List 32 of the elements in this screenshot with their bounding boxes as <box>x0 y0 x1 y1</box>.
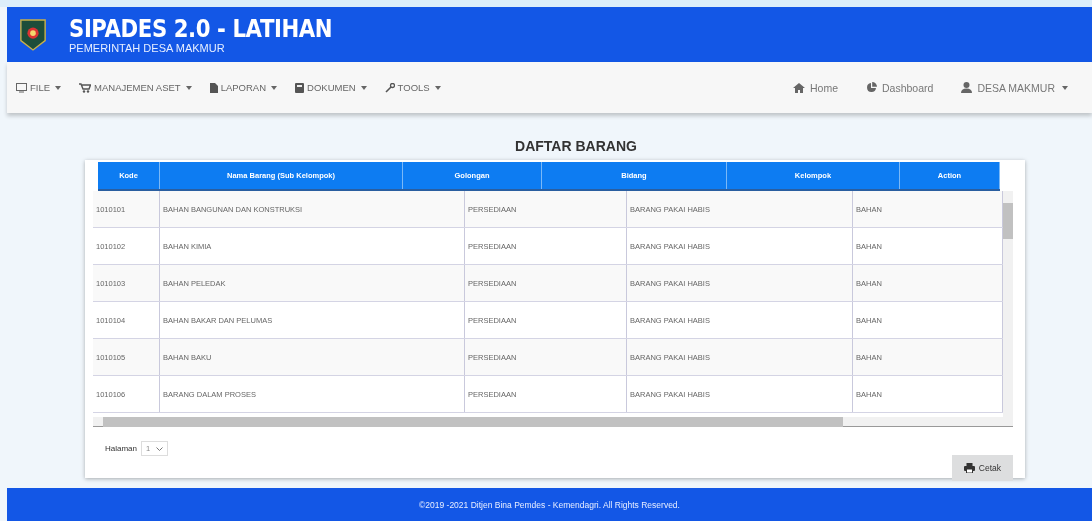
menu-item[interactable]: TOOLS <box>384 82 441 93</box>
page-label: Halaman <box>105 444 137 453</box>
monitor-icon <box>16 82 27 93</box>
caret-icon <box>434 85 441 90</box>
home-icon <box>793 82 805 93</box>
menu-item[interactable]: MANAJEMEN ASET <box>79 82 192 93</box>
horizontal-scrollbar[interactable] <box>93 417 1013 427</box>
caret-icon <box>55 85 62 90</box>
caret-icon <box>271 85 278 90</box>
app-subtitle: PEMERINTAH DESA MAKMUR <box>69 42 226 54</box>
user-icon <box>961 82 973 93</box>
menu-item[interactable]: FILE <box>16 82 62 93</box>
app-title: SIPADES 2.0 - LATIHAN <box>69 15 333 43</box>
vertical-scrollbar[interactable] <box>1003 191 1013 417</box>
caret-icon <box>360 85 367 90</box>
print-button[interactable]: Cetak <box>951 455 1013 481</box>
chevron-down-icon <box>156 446 164 451</box>
nav-link[interactable]: DESA MAKMUR <box>961 81 1068 94</box>
page-title: DAFTAR BARANG <box>515 138 637 154</box>
nav-link[interactable]: Dashboard <box>866 81 934 94</box>
pie-chart-icon <box>866 82 877 93</box>
wrench-icon <box>384 82 395 93</box>
file-icon <box>209 82 218 93</box>
menu-item[interactable]: LAPORAN <box>209 82 278 93</box>
book-icon <box>295 82 305 93</box>
caret-icon <box>185 85 192 90</box>
cart-icon <box>79 82 92 93</box>
menu-item[interactable]: DOKUMEN <box>295 82 367 93</box>
printer-icon <box>963 463 975 473</box>
footer-text: ©2019 -2021 Ditjen Bina Pemdes - Kemendagri. All Rights Reserved. <box>7 488 1092 521</box>
nav-link[interactable]: Home <box>793 81 838 94</box>
emblem-icon <box>19 17 47 52</box>
